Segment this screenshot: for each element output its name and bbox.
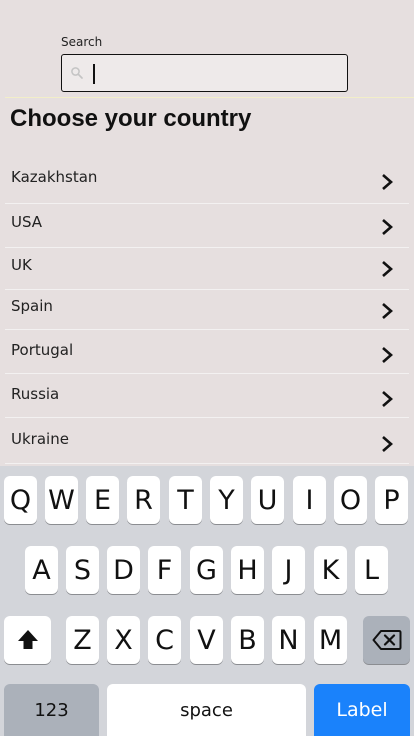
- key-n[interactable]: N: [272, 616, 305, 664]
- key-h[interactable]: H: [231, 546, 264, 594]
- shift-key[interactable]: [4, 616, 51, 664]
- chevron-right-icon: [382, 436, 393, 452]
- country-row-russia[interactable]: Russia: [5, 374, 409, 418]
- chevron-right-icon: [382, 347, 393, 363]
- country-row-spain[interactable]: Spain: [5, 290, 409, 330]
- keyboard: Q W E R T Y U I O P A S D F G H J K L Z …: [0, 466, 414, 736]
- country-row-usa[interactable]: USA: [5, 204, 409, 248]
- country-label: Spain: [11, 297, 53, 315]
- search-field[interactable]: [61, 54, 348, 92]
- numbers-key[interactable]: 123: [4, 684, 99, 736]
- chevron-right-icon: [382, 261, 393, 277]
- key-a[interactable]: A: [25, 546, 58, 594]
- search-label: Search: [61, 35, 103, 49]
- key-y[interactable]: Y: [210, 476, 243, 524]
- key-r[interactable]: R: [127, 476, 160, 524]
- return-key[interactable]: Label: [314, 684, 410, 736]
- page-title: Choose your country: [10, 105, 252, 132]
- country-label: Ukraine: [11, 430, 69, 448]
- country-label: UK: [11, 256, 32, 274]
- key-v[interactable]: V: [190, 616, 223, 664]
- country-row-uk[interactable]: UK: [5, 248, 409, 290]
- chevron-right-icon: [382, 174, 393, 190]
- header-divider: [5, 97, 414, 98]
- chevron-right-icon: [382, 219, 393, 235]
- key-k[interactable]: K: [314, 546, 347, 594]
- key-z[interactable]: Z: [66, 616, 99, 664]
- key-f[interactable]: F: [148, 546, 181, 594]
- key-t[interactable]: T: [169, 476, 202, 524]
- key-l[interactable]: L: [355, 546, 388, 594]
- shift-arrow-icon: [17, 630, 38, 649]
- space-key[interactable]: space: [107, 684, 306, 736]
- key-p[interactable]: P: [375, 476, 408, 524]
- search-icon: [71, 67, 83, 79]
- key-w[interactable]: W: [45, 476, 78, 524]
- search-input[interactable]: [96, 55, 336, 91]
- key-s[interactable]: S: [66, 546, 99, 594]
- country-label: Russia: [11, 385, 60, 403]
- text-cursor: [93, 64, 95, 84]
- country-label: Kazakhstan: [11, 168, 98, 186]
- delete-key[interactable]: [363, 616, 410, 664]
- chevron-right-icon: [382, 391, 393, 407]
- country-row-kazakhstan[interactable]: Kazakhstan: [5, 158, 409, 204]
- key-m[interactable]: M: [314, 616, 347, 664]
- country-row-portugal[interactable]: Portugal: [5, 330, 409, 374]
- chevron-right-icon: [382, 303, 393, 319]
- country-label: Portugal: [11, 341, 74, 359]
- key-g[interactable]: G: [190, 546, 223, 594]
- backspace-icon: [372, 630, 401, 650]
- key-x[interactable]: X: [107, 616, 140, 664]
- key-d[interactable]: D: [107, 546, 140, 594]
- country-row-ukraine[interactable]: Ukraine: [5, 418, 409, 464]
- screen: Search Choose your country Kazakhstan US…: [0, 0, 414, 736]
- key-j[interactable]: J: [272, 546, 305, 594]
- key-q[interactable]: Q: [4, 476, 37, 524]
- key-i[interactable]: I: [293, 476, 326, 524]
- country-label: USA: [11, 213, 43, 231]
- key-u[interactable]: U: [251, 476, 284, 524]
- key-e[interactable]: E: [86, 476, 119, 524]
- key-o[interactable]: O: [334, 476, 367, 524]
- key-b[interactable]: B: [231, 616, 264, 664]
- key-c[interactable]: C: [148, 616, 181, 664]
